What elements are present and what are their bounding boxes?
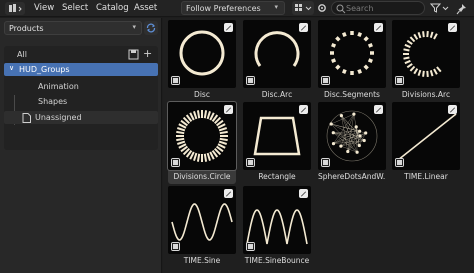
asset-tile[interactable]: SphereDotsAndW... [318, 102, 386, 184]
catalog-sidebar: Products ▾ All + ∨ HUD_Groups Animation [0, 18, 162, 273]
asset-preview [168, 20, 236, 88]
asset-preview [318, 102, 386, 170]
catalog-label: All [17, 50, 27, 59]
catalog-item-hud-groups[interactable]: ∨ HUD_Groups [4, 63, 158, 76]
node-group-icon [171, 76, 180, 85]
asset-preview [168, 102, 236, 170]
asset-name: TIME.SineBounce [244, 256, 310, 265]
catalog-item-animation[interactable]: Animation [4, 80, 158, 93]
refresh-icon [146, 23, 156, 33]
asset-preview [392, 102, 460, 170]
catalog-item-unassigned[interactable]: Unassigned [4, 111, 158, 124]
grid-view-icon [295, 4, 312, 11]
menu-select[interactable]: Select [62, 3, 88, 13]
asset-preview [392, 20, 460, 88]
chevron-down-icon[interactable]: ∨ [9, 64, 14, 72]
edit-asset-icon[interactable] [299, 23, 308, 32]
asset-tile[interactable]: Disc [168, 20, 236, 102]
asset-name: Disc.Segments [324, 90, 380, 99]
asset-browser-icon [9, 4, 22, 12]
asset-tile[interactable]: Disc.Segments [318, 20, 386, 102]
node-group-icon [171, 242, 180, 251]
asset-tile[interactable]: Divisions.Circle [168, 102, 236, 184]
edit-asset-icon[interactable] [224, 105, 233, 114]
node-group-icon [246, 242, 255, 251]
asset-tile[interactable]: Divisions.Arc [392, 20, 460, 102]
filter-button[interactable] [429, 1, 451, 15]
catalog-label: Animation [38, 82, 79, 91]
chevron-down-icon: ▾ [132, 23, 136, 31]
catalog-label: HUD_Groups [19, 65, 70, 74]
catalog-label: Shapes [38, 97, 68, 106]
edit-asset-icon[interactable] [448, 105, 457, 114]
asset-preview [318, 20, 386, 88]
import-method-label: Follow Preferences [186, 4, 261, 13]
asset-preview [168, 186, 236, 254]
menu-asset[interactable]: Asset [134, 3, 157, 13]
funnel-icon [429, 3, 449, 13]
gear-icon [318, 4, 326, 12]
asset-tile[interactable]: Disc.Arc [243, 20, 311, 102]
catalog-item-shapes[interactable]: Shapes [4, 95, 158, 108]
refresh-library-button[interactable] [144, 21, 158, 35]
display-mode-button[interactable] [292, 1, 314, 15]
asset-name: TIME.Sine [183, 256, 221, 265]
node-group-icon [321, 76, 330, 85]
catalog-item-all[interactable]: All + [4, 47, 158, 61]
asset-tile[interactable]: TIME.SineBounce [243, 186, 311, 268]
edit-asset-icon[interactable] [224, 189, 233, 198]
asset-tile[interactable]: TIME.Sine [168, 186, 236, 268]
pin-icon [456, 4, 466, 15]
asset-preview [243, 102, 311, 170]
import-method-dropdown[interactable]: Follow Preferences ▾ [181, 1, 285, 15]
search-field[interactable] [331, 1, 425, 15]
node-group-icon [395, 158, 404, 167]
menu-view[interactable]: View [34, 3, 54, 13]
asset-library-dropdown[interactable]: Products ▾ [4, 21, 142, 35]
edit-asset-icon[interactable] [299, 189, 308, 198]
edit-asset-icon[interactable] [374, 105, 383, 114]
asset-name: SphereDotsAndW... [318, 172, 386, 181]
edit-asset-icon[interactable] [448, 23, 457, 32]
chevron-down-icon: ▾ [274, 3, 278, 11]
asset-name: Divisions.Arc [401, 90, 451, 99]
save-catalog-icon[interactable] [128, 49, 139, 60]
asset-name: Disc [194, 90, 210, 99]
node-group-icon [321, 158, 330, 167]
search-input[interactable] [346, 3, 422, 13]
display-settings-button[interactable] [316, 1, 328, 15]
menu-catalog[interactable]: Catalog [96, 3, 129, 13]
asset-name: Disc.Arc [261, 90, 293, 99]
node-group-icon [171, 158, 180, 167]
catalog-tree: All + ∨ HUD_Groups Animation Shapes Unas… [4, 46, 158, 150]
asset-preview [243, 20, 311, 88]
catalog-label: Unassigned [35, 113, 82, 122]
file-icon [22, 113, 31, 123]
asset-name: Divisions.Circle [173, 172, 231, 181]
edit-asset-icon[interactable] [374, 23, 383, 32]
node-group-icon [246, 76, 255, 85]
node-group-icon [246, 158, 255, 167]
edit-asset-icon[interactable] [299, 105, 308, 114]
add-catalog-icon[interactable]: + [143, 47, 152, 60]
asset-grid: Disc Disc.Arc Disc.Segments Divisions.Arc Di… [163, 18, 474, 273]
node-group-icon [395, 76, 404, 85]
editor-type-button[interactable] [5, 2, 25, 15]
top-menu-bar: View Select Catalog Asset Follow Prefere… [0, 0, 474, 17]
asset-preview [243, 186, 311, 254]
edit-asset-icon[interactable] [224, 23, 233, 32]
asset-tile[interactable]: TIME.Linear [392, 102, 460, 184]
asset-name: Rectangle [258, 172, 296, 181]
asset-library-label: Products [9, 24, 44, 33]
asset-name: TIME.Linear [404, 172, 448, 181]
asset-tile[interactable]: Rectangle [243, 102, 311, 184]
pin-button[interactable] [456, 2, 468, 15]
